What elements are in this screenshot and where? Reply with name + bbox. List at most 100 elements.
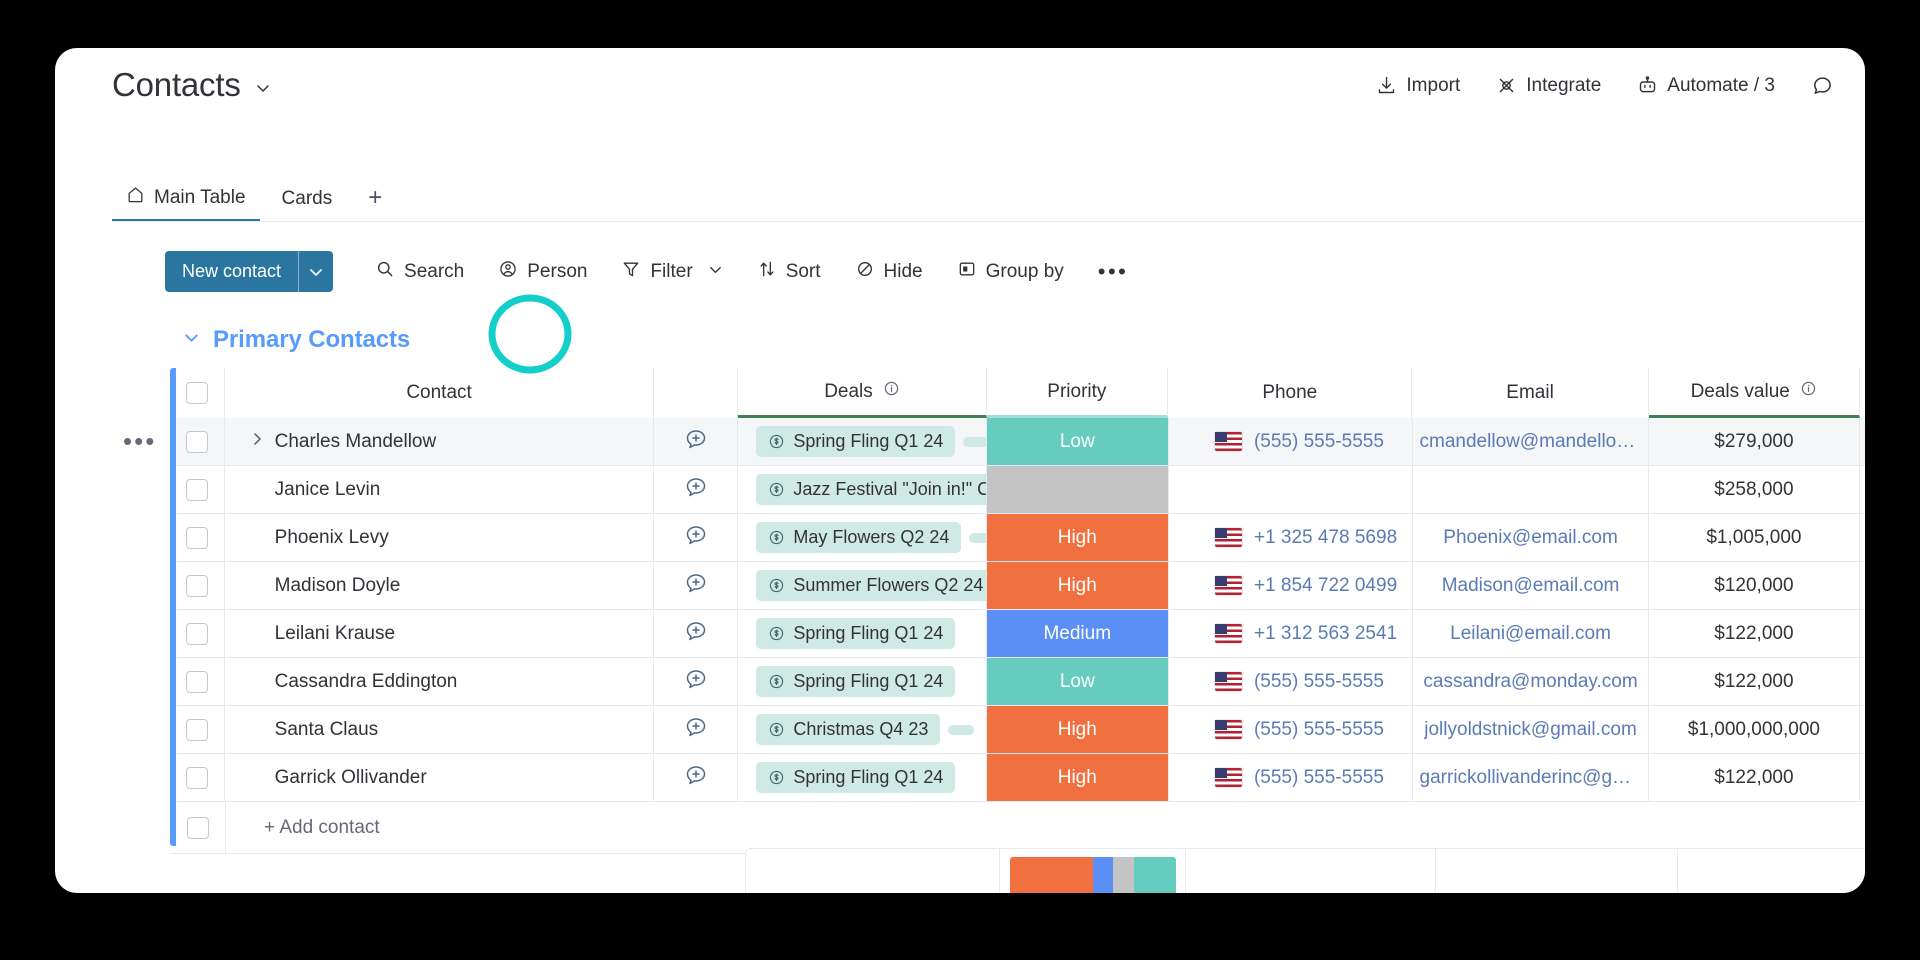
- add-update-icon[interactable]: [684, 475, 708, 504]
- table-row[interactable]: Madison Doyle Summer Flowers Q2 24 High +1 …: [170, 562, 1865, 610]
- phone-value[interactable]: (555) 555-5555: [1254, 431, 1384, 453]
- deal-chip[interactable]: Summer Flowers Q2 24: [756, 570, 986, 601]
- select-all-cell[interactable]: [170, 368, 225, 418]
- add-view-button[interactable]: +: [354, 186, 396, 222]
- add-update-cell[interactable]: [654, 610, 739, 657]
- row-checkbox[interactable]: [185, 766, 208, 789]
- add-column-button[interactable]: [1860, 368, 1865, 418]
- add-update-icon[interactable]: [684, 571, 708, 600]
- phone-cell[interactable]: [1167, 466, 1413, 513]
- email-cell[interactable]: garrickollivanderinc@gm...: [1413, 754, 1650, 801]
- row-select-cell[interactable]: [170, 466, 225, 513]
- add-update-icon[interactable]: [684, 763, 708, 792]
- deals-value-cell[interactable]: $120,000: [1649, 562, 1860, 609]
- email-value[interactable]: cassandra@monday.com: [1423, 671, 1637, 693]
- info-icon[interactable]: [883, 380, 900, 403]
- add-contact-row[interactable]: + Add contact: [170, 802, 1865, 854]
- phone-cell[interactable]: +1 325 478 5698: [1167, 514, 1413, 561]
- email-value[interactable]: Madison@email.com: [1442, 575, 1620, 597]
- group-by-button[interactable]: Group by: [945, 253, 1076, 291]
- table-row[interactable]: Janice Levin Jazz Festival "Join in!" C $2…: [170, 466, 1865, 514]
- expand-row-icon[interactable]: [249, 769, 265, 787]
- add-contact-label[interactable]: + Add contact: [226, 817, 380, 839]
- priority-cell[interactable]: High: [986, 514, 1168, 561]
- row-select-cell[interactable]: [170, 754, 225, 801]
- expand-row-icon[interactable]: [249, 431, 265, 452]
- deals-value-cell[interactable]: $1,005,000: [1649, 514, 1860, 561]
- contact-name-cell[interactable]: Leilani Krause: [225, 610, 655, 657]
- add-update-cell[interactable]: [654, 514, 739, 561]
- priority-cell[interactable]: High: [986, 754, 1168, 801]
- email-value[interactable]: garrickollivanderinc@gm...: [1420, 767, 1642, 789]
- email-cell[interactable]: [1413, 466, 1650, 513]
- phone-value[interactable]: (555) 555-5555: [1254, 719, 1384, 741]
- deal-chip[interactable]: Spring Fling Q1 24: [756, 426, 956, 457]
- add-update-cell[interactable]: [654, 658, 739, 705]
- deals-cell[interactable]: Spring Fling Q1 24: [738, 610, 987, 657]
- deals-cell[interactable]: Christmas Q4 23: [738, 706, 987, 753]
- new-contact-button[interactable]: New contact: [165, 251, 334, 292]
- phone-value[interactable]: (555) 555-5555: [1254, 767, 1384, 789]
- table-row[interactable]: Cassandra Eddington Spring Fling Q1 24 Low…: [170, 658, 1865, 706]
- priority-cell[interactable]: High: [986, 562, 1168, 609]
- row-checkbox[interactable]: [185, 670, 208, 693]
- email-value[interactable]: Phoenix@email.com: [1443, 527, 1618, 549]
- tab-cards[interactable]: Cards: [268, 188, 355, 222]
- deals-value-cell[interactable]: $258,000: [1649, 466, 1860, 513]
- sort-button[interactable]: Sort: [745, 253, 833, 291]
- deals-value-cell[interactable]: $279,000: [1649, 418, 1860, 465]
- email-value[interactable]: jollyoldstnick@gmail.com: [1424, 719, 1637, 741]
- column-header-contact[interactable]: Contact: [225, 368, 655, 418]
- row-checkbox[interactable]: [185, 478, 208, 501]
- row-checkbox[interactable]: [185, 622, 208, 645]
- row-checkbox[interactable]: [185, 574, 208, 597]
- priority-cell[interactable]: Medium: [986, 610, 1168, 657]
- column-header-email[interactable]: Email: [1412, 368, 1649, 418]
- phone-cell[interactable]: +1 854 722 0499: [1167, 562, 1413, 609]
- table-row[interactable]: Leilani Krause Spring Fling Q1 24 Medium +1…: [170, 610, 1865, 658]
- row-select-cell[interactable]: [170, 610, 225, 657]
- add-update-cell[interactable]: [654, 418, 739, 465]
- column-header-phone[interactable]: Phone: [1168, 368, 1413, 418]
- row-checkbox[interactable]: [185, 526, 208, 549]
- expand-row-icon[interactable]: [249, 625, 265, 643]
- add-update-icon[interactable]: [684, 523, 708, 552]
- table-row[interactable]: Santa Claus Christmas Q4 23 High (555) 555-…: [170, 706, 1865, 754]
- phone-value[interactable]: +1 312 563 2541: [1254, 623, 1397, 645]
- phone-cell[interactable]: +1 312 563 2541: [1167, 610, 1413, 657]
- deals-value-cell[interactable]: $122,000: [1649, 658, 1860, 705]
- add-update-icon[interactable]: [684, 427, 708, 456]
- email-cell[interactable]: Madison@email.com: [1413, 562, 1650, 609]
- table-row[interactable]: Phoenix Levy May Flowers Q2 24 High +1 325 …: [170, 514, 1865, 562]
- row-select-cell[interactable]: [170, 562, 225, 609]
- add-update-cell[interactable]: [654, 706, 739, 753]
- add-update-icon[interactable]: [684, 667, 708, 696]
- chevron-down-icon[interactable]: [255, 80, 271, 96]
- filter-button[interactable]: Filter: [609, 253, 734, 291]
- contact-name-cell[interactable]: Phoenix Levy: [225, 514, 655, 561]
- row-select-cell[interactable]: [170, 418, 225, 465]
- chat-button[interactable]: [1808, 70, 1837, 101]
- priority-cell[interactable]: Low: [986, 658, 1168, 705]
- phone-value[interactable]: +1 325 478 5698: [1254, 527, 1397, 549]
- expand-row-icon[interactable]: [249, 481, 265, 499]
- deals-value-cell[interactable]: $122,000: [1649, 754, 1860, 801]
- expand-row-icon[interactable]: [249, 529, 265, 547]
- person-button[interactable]: Person: [486, 253, 599, 291]
- email-cell[interactable]: cmandellow@mandellow....: [1413, 418, 1650, 465]
- automate-button[interactable]: Automate / 3: [1634, 71, 1778, 101]
- phone-value[interactable]: (555) 555-5555: [1254, 671, 1384, 693]
- phone-cell[interactable]: (555) 555-5555: [1167, 706, 1413, 753]
- expand-row-icon[interactable]: [249, 673, 265, 691]
- hide-button[interactable]: Hide: [843, 253, 935, 291]
- phone-cell[interactable]: (555) 555-5555: [1167, 754, 1413, 801]
- contact-name-cell[interactable]: Cassandra Eddington: [225, 658, 655, 705]
- deals-cell[interactable]: Spring Fling Q1 24: [738, 754, 987, 801]
- priority-cell[interactable]: High: [986, 706, 1168, 753]
- row-select-cell[interactable]: [170, 658, 225, 705]
- tab-main-table[interactable]: Main Table: [112, 185, 268, 222]
- more-options-button[interactable]: •••: [1086, 259, 1141, 284]
- table-row[interactable]: Garrick Ollivander Spring Fling Q1 24 High…: [170, 754, 1865, 802]
- deal-chip[interactable]: Christmas Q4 23: [756, 714, 941, 745]
- search-button[interactable]: Search: [363, 253, 476, 291]
